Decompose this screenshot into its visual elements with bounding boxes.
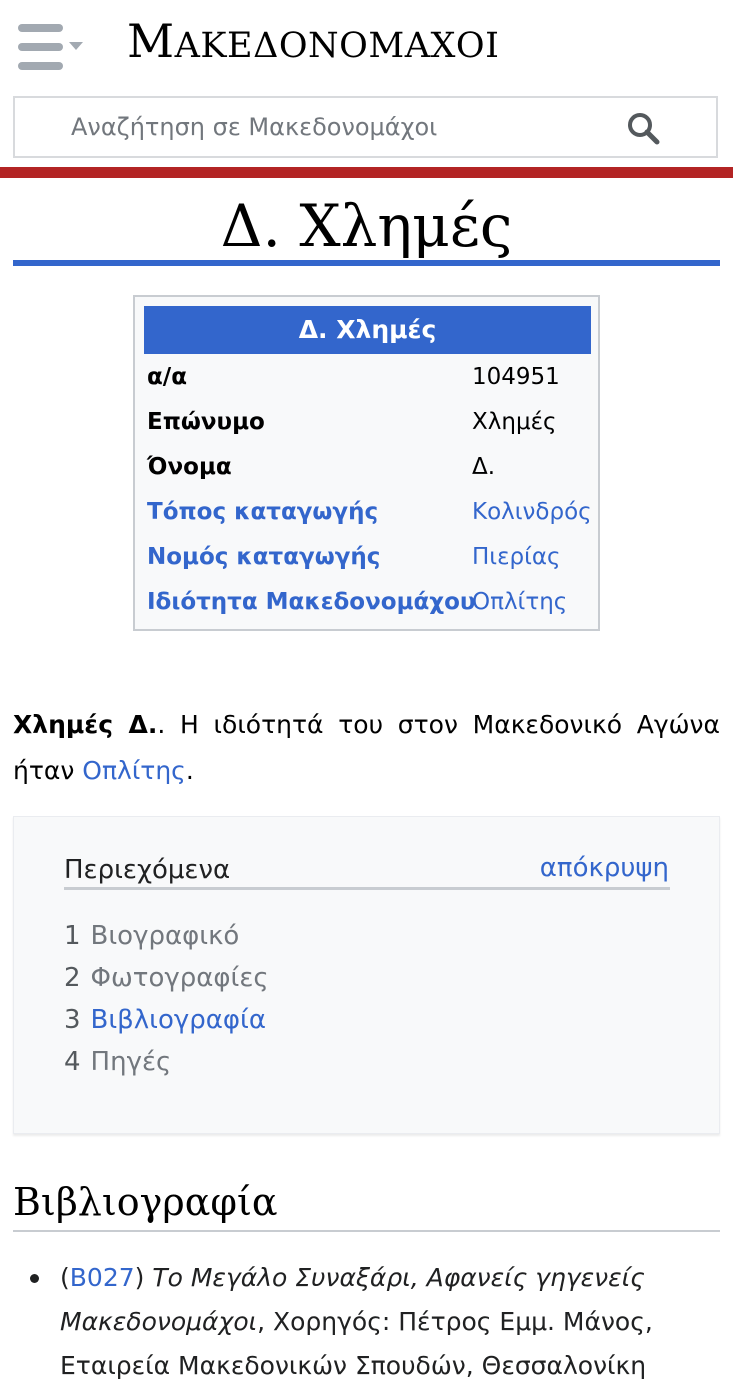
infobox-row: Επώνυμο Χλημές <box>147 402 597 442</box>
hamburger-icon <box>18 24 63 32</box>
infobox-label-link[interactable]: Νομός καταγωγής <box>147 537 380 577</box>
toc-item-label: Πηγές <box>90 1047 172 1077</box>
infobox-label: Επώνυμο <box>147 409 265 435</box>
infobox-label-link[interactable]: Τόπος καταγωγής <box>147 492 378 532</box>
title-underline <box>13 260 720 266</box>
infobox-row: Τόπος καταγωγής Κολινδρός <box>147 492 597 532</box>
hamburger-icon-bar <box>18 43 63 51</box>
lead-end: . <box>185 756 194 785</box>
search-icon[interactable] <box>625 110 661 146</box>
infobox-label: α/α <box>147 364 188 390</box>
toc-title: Περιεχόμενα <box>64 855 231 885</box>
toc-item-label: Φωτογραφίες <box>90 963 269 993</box>
infobox-row: Νομός καταγωγής Πιερίας <box>147 537 597 577</box>
infobox-row: Όνομα Δ. <box>147 447 597 487</box>
reference-list-item: (B027) Το Μεγάλο Συναξάρι, Αφανείς γηγεν… <box>30 1256 700 1388</box>
infobox-value-link[interactable]: Πιερίας <box>472 537 561 577</box>
toc-divider <box>64 887 670 890</box>
infobox-value: Χλημές <box>472 409 557 435</box>
header-divider <box>0 167 733 178</box>
logo-first-letter: M <box>127 14 175 68</box>
toc-item[interactable]: 2 Φωτογραφίες <box>64 963 269 993</box>
infobox-row: α/α 104951 <box>147 357 597 397</box>
toc-item-number: 1 <box>64 921 81 951</box>
infobox-label-link[interactable]: Ιδιότητα Μακεδονομάχου <box>147 582 475 622</box>
bullet-icon <box>30 1274 39 1283</box>
lead-paragraph: Χλημές Δ.. Η ιδιότητά του στον Μακεδονικ… <box>13 702 720 794</box>
infobox-value: Δ. <box>472 454 496 480</box>
toc-item[interactable]: 3 Βιβλιογραφία <box>64 1005 266 1035</box>
toc-item-number: 4 <box>64 1047 81 1077</box>
main-menu-button[interactable] <box>18 24 86 72</box>
subject-name: Χλημές Δ. <box>13 710 158 739</box>
search-box <box>13 96 718 158</box>
site-header: MΑΚΕΔΟΝΟΜΑΧΟΙ <box>0 0 733 178</box>
toc-item-label: Βιβλιογραφία <box>90 1005 266 1035</box>
toc-item-number: 2 <box>64 963 81 993</box>
ref-close-paren: ) <box>134 1263 153 1292</box>
logo-rest: ΑΚΕΔΟΝΟΜΑΧΟΙ <box>174 26 500 66</box>
site-logo[interactable]: MΑΚΕΔΟΝΟΜΑΧΟΙ <box>127 14 499 68</box>
chevron-down-icon <box>69 42 83 50</box>
hamburger-icon-bar <box>18 62 63 70</box>
toc-item[interactable]: 1 Βιογραφικό <box>64 921 239 951</box>
infobox-value-link[interactable]: Κολινδρός <box>472 492 592 532</box>
ref-open-paren: ( <box>60 1263 70 1292</box>
infobox: Δ. Χλημές α/α 104951 Επώνυμο Χλημές Όνομ… <box>133 295 600 631</box>
infobox-row: Ιδιότητα Μακεδονομάχου Οπλίτης <box>147 582 597 622</box>
ref-code-link[interactable]: B027 <box>70 1263 135 1292</box>
toc-item-label: Βιογραφικό <box>90 921 240 951</box>
section-heading: Βιβλιογραφία <box>13 1180 278 1224</box>
lead-link[interactable]: Οπλίτης <box>82 756 186 785</box>
section-heading-underline <box>13 1230 720 1232</box>
search-input[interactable] <box>71 98 631 156</box>
toc-item-number: 3 <box>64 1005 81 1035</box>
infobox-value-link[interactable]: Οπλίτης <box>472 582 567 622</box>
table-of-contents: Περιεχόμενα απόκρυψη 1 Βιογραφικό 2 Φωτογρ… <box>13 816 720 1134</box>
page-title: Δ. Χλημές <box>220 192 513 260</box>
infobox-label: Όνομα <box>147 454 232 480</box>
infobox-heading: Δ. Χλημές <box>144 306 591 354</box>
infobox-value: 104951 <box>472 364 560 390</box>
toc-hide-toggle[interactable]: απόκρυψη <box>540 853 669 883</box>
toc-item[interactable]: 4 Πηγές <box>64 1047 171 1077</box>
